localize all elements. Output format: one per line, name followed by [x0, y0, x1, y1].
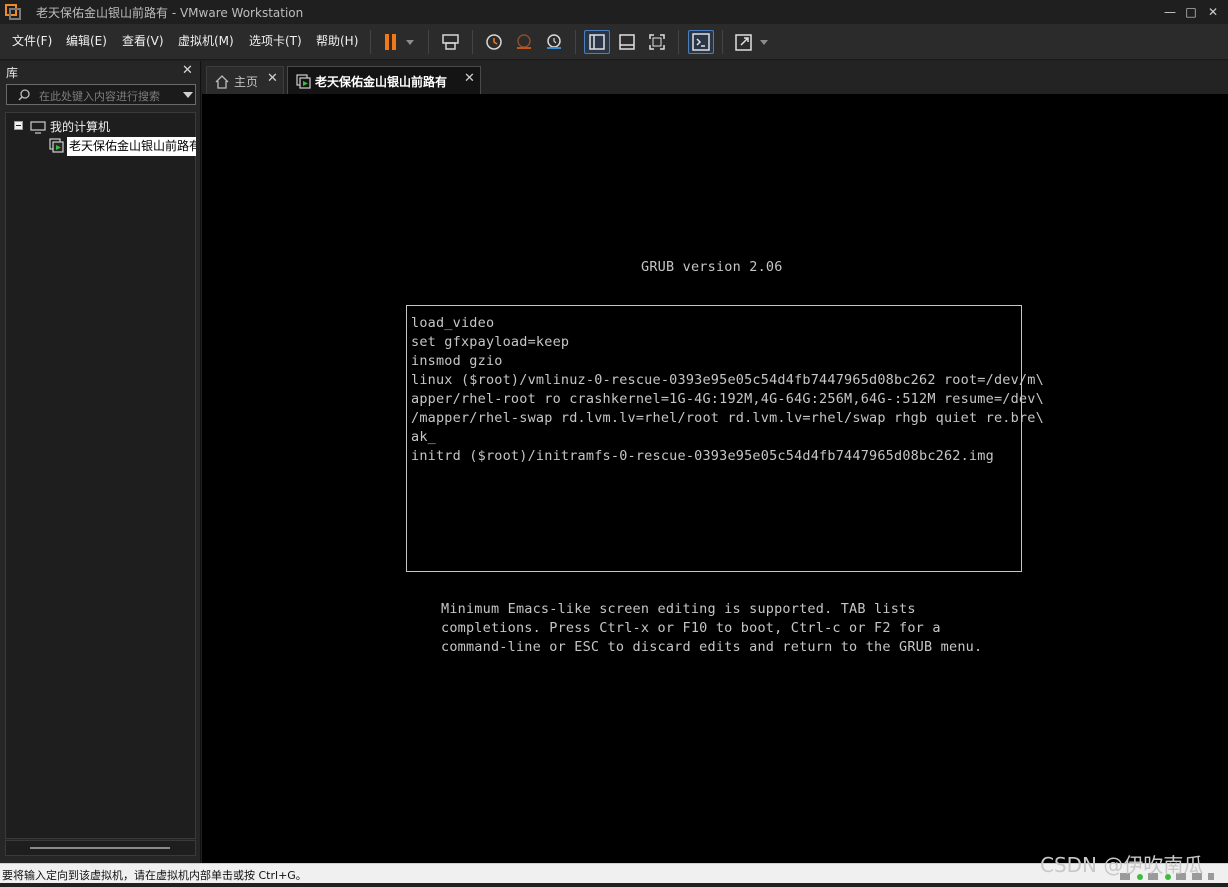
- search-placeholder: 在此处键入内容进行搜索: [39, 90, 160, 103]
- edit-line: apper/rhel-root ro crashkernel=1G-4G:192…: [411, 391, 1044, 407]
- maximize-button[interactable]: □: [1181, 2, 1201, 22]
- edit-line: initrd ($root)/initramfs-0-rescue-0393e9…: [411, 448, 994, 464]
- window-title: 老天保佑金山银山前路有 - VMware Workstation: [36, 6, 304, 20]
- help-line: command-line or ESC to discard edits and…: [441, 639, 983, 655]
- tab-vm[interactable]: 老天保佑金山银山前路有 ✕: [287, 66, 481, 94]
- console-view-icon[interactable]: [688, 30, 714, 54]
- snapshot-manager-icon[interactable]: [541, 30, 567, 54]
- tab-vm-label: 老天保佑金山银山前路有: [315, 75, 448, 89]
- edit-line: set gfxpayload=keep: [411, 334, 570, 350]
- tab-home[interactable]: 主页 ✕: [206, 66, 284, 94]
- thumbnail-bar-icon[interactable]: [614, 30, 640, 54]
- collapse-toggle[interactable]: [14, 121, 23, 130]
- tree-item-vm[interactable]: 老天保佑金山银山前路有: [67, 137, 196, 156]
- menu-tabs[interactable]: 选项卡(T): [249, 32, 302, 49]
- computer-icon: [30, 119, 46, 138]
- tab-home-label: 主页: [234, 75, 259, 89]
- menu-help[interactable]: 帮助(H): [316, 32, 358, 49]
- tree-item-my-computer[interactable]: 我的计算机: [50, 118, 110, 135]
- help-line: completions. Press Ctrl-x or F10 to boot…: [441, 620, 941, 636]
- send-keys-icon[interactable]: [438, 30, 464, 54]
- toolbar-separator: [575, 30, 576, 54]
- library-search-input[interactable]: 在此处键入内容进行搜索: [6, 84, 196, 105]
- revert-snapshot-icon[interactable]: [511, 30, 537, 54]
- vm-running-icon: [296, 74, 312, 94]
- edit-line: /mapper/rhel-swap rd.lvm.lv=rhel/root rd…: [411, 410, 1044, 426]
- scrollbar-thumb[interactable]: [30, 847, 170, 849]
- edit-line: load_video: [411, 315, 495, 331]
- library-tree: 我的计算机 老天保佑金山银山前路有: [5, 112, 196, 839]
- library-title: 库: [6, 66, 19, 80]
- edit-line: insmod gzio: [411, 353, 503, 369]
- chevron-down-icon[interactable]: [756, 30, 772, 54]
- toolbar-separator: [370, 30, 371, 54]
- close-library-button[interactable]: ✕: [182, 63, 193, 78]
- watermark: CSDN @伊吹南瓜: [1040, 853, 1204, 877]
- vm-running-icon: [49, 137, 65, 157]
- fullscreen-icon[interactable]: [644, 30, 670, 54]
- search-dropdown-icon[interactable]: [183, 92, 193, 98]
- grub-edit-box[interactable]: load_video set gfxpayload=keep insmod gz…: [406, 305, 1044, 572]
- menu-file[interactable]: 文件(F): [12, 32, 52, 49]
- menu-toolbar: 文件(F) 编辑(E) 查看(V) 虚拟机(M) 选项卡(T) 帮助(H): [0, 24, 1228, 60]
- toolbar-separator: [472, 30, 473, 54]
- library-panel: 库 ✕ 在此处键入内容进行搜索 我的计算机 老天保佑金山银山前路有: [0, 61, 201, 863]
- tab-strip: 主页 ✕ 老天保佑金山银山前路有 ✕: [202, 61, 1228, 94]
- close-tab-home-button[interactable]: ✕: [267, 71, 278, 86]
- minimize-button[interactable]: —: [1160, 2, 1180, 22]
- library-horizontal-scrollbar[interactable]: [5, 840, 196, 856]
- search-icon: [17, 87, 31, 106]
- vmware-logo-icon: [5, 4, 21, 20]
- toolbar-separator: [722, 30, 723, 54]
- menu-edit[interactable]: 编辑(E): [66, 32, 107, 49]
- home-icon: [215, 74, 229, 93]
- edit-line: ak_: [411, 429, 436, 445]
- menu-view[interactable]: 查看(V): [122, 32, 164, 49]
- menu-vm[interactable]: 虚拟机(M): [178, 32, 234, 49]
- help-line: Minimum Emacs-like screen editing is sup…: [441, 601, 916, 617]
- grub-version: GRUB version 2.06: [641, 259, 783, 275]
- chevron-down-icon[interactable]: [402, 30, 418, 54]
- snapshot-icon[interactable]: [481, 30, 507, 54]
- close-window-button[interactable]: ✕: [1203, 2, 1223, 22]
- edit-line: linux ($root)/vmlinuz-0-rescue-0393e95e0…: [411, 372, 1044, 388]
- toolbar-separator: [428, 30, 429, 54]
- close-tab-vm-button[interactable]: ✕: [464, 71, 475, 86]
- status-message: 要将输入定向到该虚拟机，请在虚拟机内部单击或按 Ctrl+G。: [2, 869, 307, 882]
- toolbar-separator: [678, 30, 679, 54]
- vm-console[interactable]: GRUB version 2.06 load_video set gfxpayl…: [202, 94, 1228, 863]
- stretch-guest-icon[interactable]: [731, 30, 757, 54]
- library-toggle-icon[interactable]: [584, 30, 610, 54]
- title-bar: 老天保佑金山银山前路有 - VMware Workstation — □ ✕: [0, 0, 1228, 24]
